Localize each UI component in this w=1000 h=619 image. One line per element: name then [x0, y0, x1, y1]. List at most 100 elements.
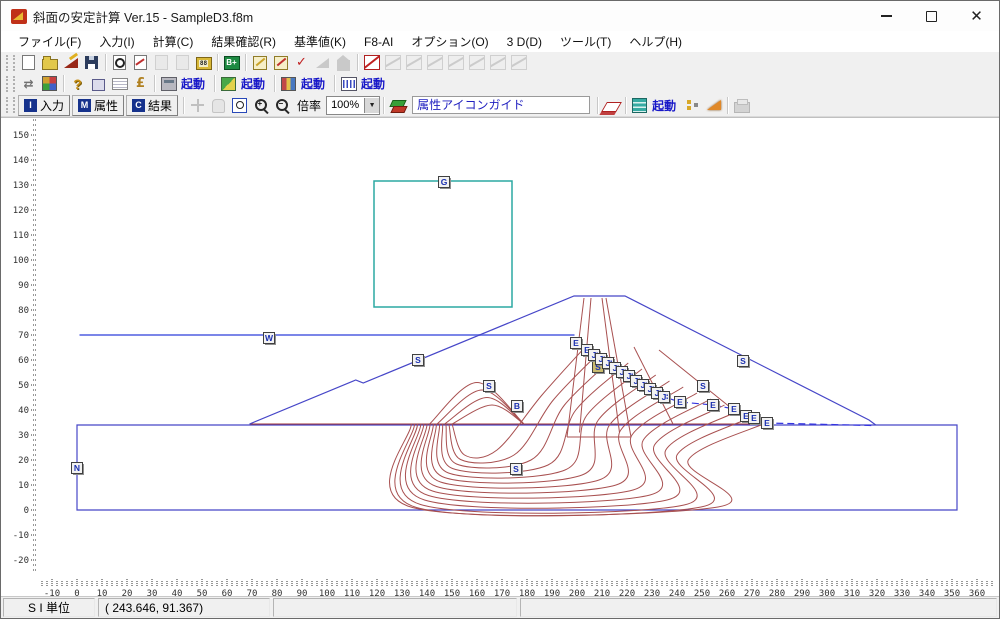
drawing-canvas[interactable]: -20-100102030405060708090100110120130140…: [1, 117, 999, 598]
tree-list-button[interactable]: [682, 96, 703, 115]
close-button[interactable]: ✕: [954, 1, 999, 31]
attribute-marker-E[interactable]: E: [729, 404, 742, 417]
launch-multi-chart-button[interactable]: 起動: [301, 75, 325, 92]
attribute-marker-S[interactable]: S: [511, 464, 524, 477]
launch-multi-chart-icon: [281, 77, 296, 91]
attribute-marker-E[interactable]: E: [762, 418, 775, 431]
page-button-1[interactable]: [151, 53, 172, 72]
launch-wave-button[interactable]: [338, 74, 359, 93]
save-as-button[interactable]: [60, 53, 81, 72]
attribute-marker-S[interactable]: S: [413, 355, 426, 368]
attribute-layers-button[interactable]: [387, 96, 408, 115]
slope-wedge-button[interactable]: [703, 96, 724, 115]
slope-mode-1-button[interactable]: [361, 53, 382, 72]
toolbar-grip[interactable]: [6, 76, 15, 92]
print-preview-button[interactable]: [109, 53, 130, 72]
zoom-out-button[interactable]: [271, 96, 292, 115]
card-button[interactable]: [109, 74, 130, 93]
check-button[interactable]: ✓: [291, 53, 312, 72]
slope-mode-4-button[interactable]: [424, 53, 445, 72]
pan-hand-button[interactable]: [208, 96, 229, 115]
new-file-button[interactable]: [18, 53, 39, 72]
page-button-2[interactable]: [172, 53, 193, 72]
svg-text:S: S: [740, 356, 746, 366]
attribute-marker-S[interactable]: S: [738, 356, 751, 369]
edit-note-red-button[interactable]: [270, 53, 291, 72]
title-bar: 斜面の安定計算 Ver.15 - SampleD3.f8m ✕: [1, 1, 999, 32]
zoom-level-combobox[interactable]: 100% ▼: [326, 96, 380, 115]
slope-mode-3-button[interactable]: [403, 53, 424, 72]
home-button[interactable]: [333, 53, 354, 72]
menu-help[interactable]: ヘルプ(H): [620, 31, 691, 52]
slope-mode-6-button[interactable]: [466, 53, 487, 72]
slope-mode-8-button[interactable]: [508, 53, 529, 72]
launch-machine-button[interactable]: 起動: [181, 75, 205, 92]
phreatic-line: [576, 343, 872, 426]
printer-icon: [734, 102, 750, 113]
select-move-button[interactable]: [187, 96, 208, 115]
launch-machine-icon: [161, 77, 177, 91]
branch-button[interactable]: ⇄: [18, 74, 39, 93]
attribute-marker-E[interactable]: E: [675, 397, 688, 410]
slope-mode-2-button[interactable]: [382, 53, 403, 72]
menu-options[interactable]: オプション(O): [402, 31, 497, 52]
attribute-marker-E[interactable]: E: [708, 400, 721, 413]
launch-chart-icon: [221, 77, 236, 91]
launch-chart-button[interactable]: 起動: [241, 75, 265, 92]
menu-input[interactable]: 入力(I): [90, 31, 143, 52]
launch-machine-button[interactable]: [158, 74, 179, 93]
pound-button[interactable]: £: [130, 74, 151, 93]
menu-file[interactable]: ファイル(F): [9, 31, 90, 52]
slope-gray-icon: [316, 58, 329, 68]
open-file-button[interactable]: [39, 53, 60, 72]
zoom-window-button[interactable]: [229, 96, 250, 115]
attribute-marker-G[interactable]: G: [439, 177, 452, 190]
attribute-marker-N[interactable]: N: [72, 463, 85, 476]
svg-text:S: S: [513, 464, 519, 474]
attribute-marker-S[interactable]: S: [484, 381, 497, 394]
launch-grid-button[interactable]: [629, 96, 650, 115]
window-title: 斜面の安定計算 Ver.15 - SampleD3.f8m: [33, 7, 253, 26]
save-button[interactable]: [81, 53, 102, 72]
menu-calc[interactable]: 計算(C): [144, 31, 203, 52]
slope-mode-7-button[interactable]: [487, 53, 508, 72]
print-button[interactable]: [731, 96, 752, 115]
menu-criteria[interactable]: 基準値(K): [285, 31, 355, 52]
slope-gray-button[interactable]: [312, 53, 333, 72]
page-edit-button[interactable]: [130, 53, 151, 72]
attribute-marker-E[interactable]: E: [749, 413, 762, 426]
menu-tools[interactable]: ツール(T): [551, 31, 620, 52]
attribute-marker-S[interactable]: S: [698, 381, 711, 394]
launch-multi-chart-button[interactable]: [278, 74, 299, 93]
b-plus-button[interactable]: B+: [221, 53, 242, 72]
calculator-button[interactable]: [193, 53, 214, 72]
zoom-in-button[interactable]: [250, 96, 271, 115]
attribute-marker-J[interactable]: J: [659, 392, 672, 405]
minimize-button[interactable]: [864, 1, 909, 31]
palette-button[interactable]: [39, 74, 60, 93]
attribute-marker-B[interactable]: B: [512, 401, 525, 414]
launch-chart-button[interactable]: [218, 74, 239, 93]
launch-grid-label[interactable]: 起動: [652, 97, 676, 114]
eraser-button[interactable]: [601, 96, 622, 115]
input-view-button[interactable]: I入力: [18, 95, 70, 116]
result-view-button[interactable]: C結果: [126, 95, 178, 116]
slope-mode-5-button[interactable]: [445, 53, 466, 72]
combobox-dropdown-button[interactable]: ▼: [364, 98, 379, 113]
menu-3d[interactable]: 3 D(D): [498, 33, 551, 51]
cube-3d-button[interactable]: [88, 74, 109, 93]
zoom-out-icon: [276, 99, 288, 111]
attribute-view-button[interactable]: M属性: [72, 95, 124, 116]
launch-wave-button[interactable]: 起動: [361, 75, 385, 92]
edit-note-button[interactable]: [249, 53, 270, 72]
toolbar-grip[interactable]: [6, 55, 15, 71]
b-plus-icon: B+: [224, 56, 240, 70]
help-button[interactable]: ?: [67, 74, 88, 93]
menu-results[interactable]: 結果確認(R): [202, 31, 285, 52]
maximize-button[interactable]: [909, 1, 954, 31]
slope-mode-7-icon: [490, 55, 506, 70]
toolbar-grip[interactable]: [6, 97, 15, 113]
menu-f8ai[interactable]: F8-AI: [355, 33, 402, 51]
attribute-marker-W[interactable]: W: [264, 333, 277, 346]
attribute-icon-guide-box[interactable]: 属性アイコンガイド: [412, 96, 590, 114]
